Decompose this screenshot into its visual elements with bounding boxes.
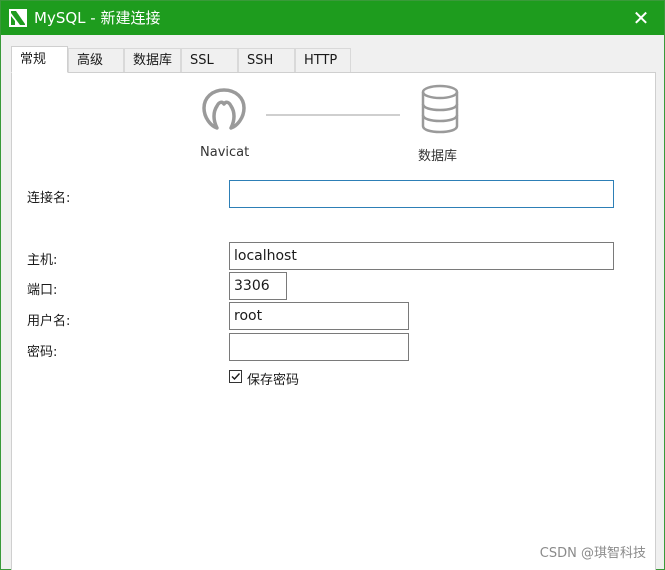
- navicat-dolphin-icon: [9, 9, 27, 27]
- connector-line: [266, 114, 400, 116]
- title-bar[interactable]: MySQL - 新建连接 ✕: [1, 1, 664, 35]
- port-label: 端口:: [27, 283, 58, 298]
- window-title: MySQL - 新建连接: [34, 9, 161, 27]
- close-button[interactable]: ✕: [618, 1, 664, 35]
- navicat-logo-icon: [199, 84, 249, 138]
- username-label: 用户名:: [27, 314, 71, 329]
- dialog-window: MySQL - 新建连接 ✕ 常规 高级 数据库 SSL SSH HTTP Na…: [0, 0, 665, 570]
- connection-name-label: 连接名:: [27, 191, 71, 206]
- tab-database[interactable]: 数据库: [124, 48, 181, 72]
- database-icon: [419, 84, 461, 138]
- password-label: 密码:: [27, 345, 58, 360]
- checkmark-icon: [231, 373, 241, 381]
- tab-advanced[interactable]: 高级: [68, 48, 124, 72]
- watermark: CSDN @琪智科技: [539, 546, 646, 561]
- connection-name-field[interactable]: [229, 180, 614, 208]
- close-icon: ✕: [632, 6, 650, 30]
- host-field[interactable]: [229, 242, 614, 270]
- save-password-label: 保存密码: [247, 373, 300, 388]
- host-label: 主机:: [27, 253, 58, 268]
- general-tab-panel: Navicat 数据库 连接名: 主机: 端口: 用户名: 密码: 保存密码: [11, 72, 656, 570]
- save-password-checkbox[interactable]: [229, 370, 242, 383]
- navicat-label: Navicat: [200, 145, 250, 160]
- tab-general[interactable]: 常规: [11, 46, 68, 73]
- password-field[interactable]: [229, 333, 409, 361]
- tab-bar: 常规 高级 数据库 SSL SSH HTTP: [11, 46, 656, 73]
- tab-ssh[interactable]: SSH: [238, 48, 295, 72]
- username-field[interactable]: [229, 302, 409, 330]
- database-label: 数据库: [418, 149, 458, 164]
- tab-http[interactable]: HTTP: [295, 48, 351, 72]
- port-field[interactable]: [229, 272, 287, 300]
- tab-ssl[interactable]: SSL: [181, 48, 238, 72]
